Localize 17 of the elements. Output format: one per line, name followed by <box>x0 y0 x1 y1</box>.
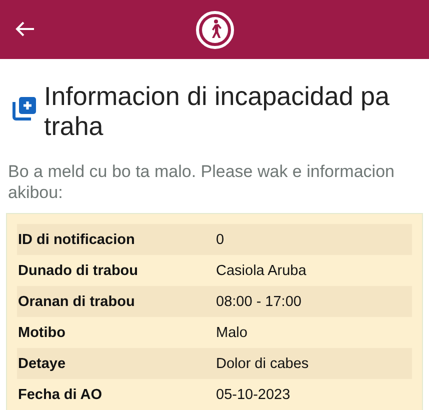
detail-value: Dolor di cabes <box>216 356 309 372</box>
instruction-text: Bo a meld cu bo ta malo. Please wak e informacion akibou: <box>8 161 396 203</box>
detail-value: 08:00 - 17:00 <box>216 294 302 310</box>
detail-value: 05-10-2023 <box>216 386 290 402</box>
detail-label: Fecha di AO <box>18 386 104 402</box>
detail-value: 0 <box>216 232 224 248</box>
back-arrow-icon <box>15 21 35 37</box>
walking-person-logo-icon <box>196 10 234 48</box>
detail-value: Casiola Aruba <box>216 262 306 278</box>
detail-label: Motibo <box>18 324 67 340</box>
add-document-icon <box>12 95 38 121</box>
detail-value: Malo <box>216 324 248 340</box>
detail-label: Detaye <box>18 356 67 372</box>
page-title: Informacion di incapacidad pa traha <box>44 81 390 141</box>
detail-label: Oranan di trabou <box>18 294 136 310</box>
detail-label: ID di notificacion <box>18 232 136 248</box>
detail-label: Dunado di trabou <box>18 262 140 278</box>
